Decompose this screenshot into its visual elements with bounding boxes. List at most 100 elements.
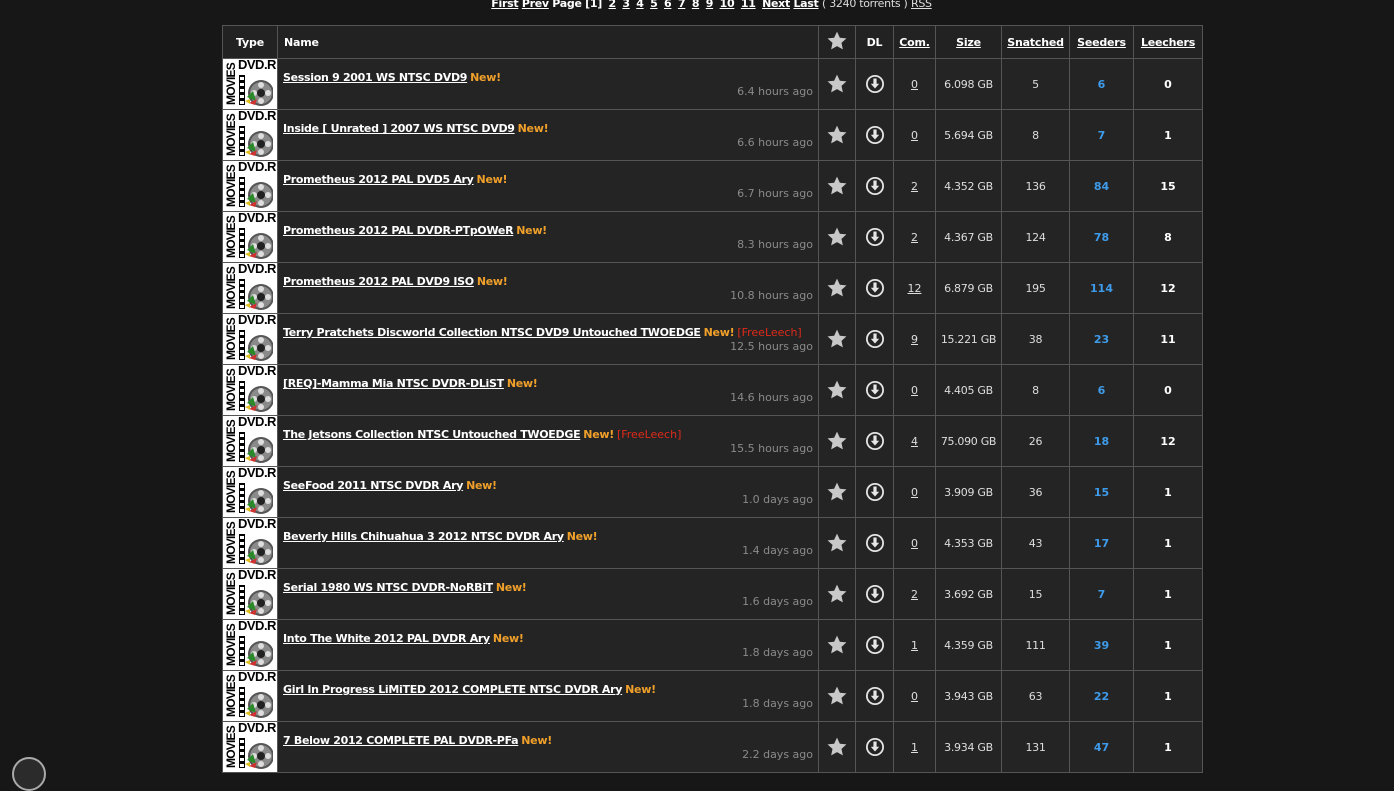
type-cell[interactable]: DVD.R MOVIES <box>222 262 278 314</box>
download-arrow-icon[interactable] <box>857 570 893 619</box>
download-arrow-icon[interactable] <box>857 672 893 721</box>
type-cell[interactable]: DVD.R MOVIES <box>222 415 278 467</box>
pager-page-link[interactable]: 4 <box>636 0 644 10</box>
sort-seeders-link[interactable]: Seeders <box>1077 36 1126 49</box>
pager-page-link[interactable]: 2 <box>608 0 616 10</box>
pager-last-link[interactable]: Last <box>793 0 818 10</box>
rss-link[interactable]: RSS <box>911 0 932 10</box>
star-icon[interactable] <box>820 417 855 466</box>
star-icon[interactable] <box>820 213 855 262</box>
torrent-title-link[interactable]: Prometheus 2012 PAL DVDR-PTpOWeR <box>283 224 514 237</box>
dvdr-movies-category-icon[interactable]: DVD.R MOVIES <box>223 365 277 415</box>
sort-size-link[interactable]: Size <box>956 36 981 49</box>
torrent-title-link[interactable]: SeeFood 2011 NTSC DVDR Ary <box>283 479 463 492</box>
dvdr-movies-category-icon[interactable]: DVD.R MOVIES <box>223 314 277 364</box>
dvdr-movies-category-icon[interactable]: DVD.R MOVIES <box>223 161 277 211</box>
floating-circle-button[interactable] <box>12 757 46 791</box>
torrent-title-link[interactable]: Into The White 2012 PAL DVDR Ary <box>283 632 490 645</box>
comments-link[interactable]: 0 <box>911 537 918 550</box>
comments-link[interactable]: 4 <box>911 435 918 448</box>
download-arrow-icon[interactable] <box>857 519 893 568</box>
dvdr-movies-category-icon[interactable]: DVD.R MOVIES <box>223 263 277 313</box>
torrent-title-link[interactable]: 7 Below 2012 COMPLETE PAL DVDR-PFa <box>283 734 519 747</box>
torrent-title-link[interactable]: Prometheus 2012 PAL DVD9 ISO <box>283 275 474 288</box>
star-icon[interactable] <box>820 723 855 772</box>
dvdr-movies-category-icon[interactable]: DVD.R MOVIES <box>223 110 277 160</box>
comments-link[interactable]: 2 <box>911 588 918 601</box>
comments-link[interactable]: 0 <box>911 690 918 703</box>
download-arrow-icon[interactable] <box>857 213 893 262</box>
type-cell[interactable]: DVD.R MOVIES <box>222 619 278 671</box>
download-arrow-icon[interactable] <box>857 621 893 670</box>
comments-link[interactable]: 9 <box>911 333 918 346</box>
download-arrow-icon[interactable] <box>857 417 893 466</box>
dvdr-movies-category-icon[interactable]: DVD.R MOVIES <box>223 467 277 517</box>
pager-first-link[interactable]: First <box>491 0 518 10</box>
comments-link[interactable]: 12 <box>908 282 922 295</box>
torrent-title-link[interactable]: Prometheus 2012 PAL DVD5 Ary <box>283 173 474 186</box>
dvdr-movies-category-icon[interactable]: DVD.R MOVIES <box>223 416 277 466</box>
download-arrow-icon[interactable] <box>857 366 893 415</box>
download-arrow-icon[interactable] <box>857 264 893 313</box>
pager-page-link[interactable]: 10 <box>720 0 735 10</box>
type-cell[interactable]: DVD.R MOVIES <box>222 211 278 263</box>
pager-page-link[interactable]: 11 <box>741 0 756 10</box>
star-icon[interactable] <box>820 315 855 364</box>
type-cell[interactable]: DVD.R MOVIES <box>222 364 278 416</box>
pager-page-link[interactable]: 3 <box>622 0 630 10</box>
type-cell[interactable]: DVD.R MOVIES <box>222 313 278 365</box>
download-arrow-icon[interactable] <box>857 111 893 160</box>
type-cell[interactable]: DVD.R MOVIES <box>222 721 278 773</box>
download-arrow-icon[interactable] <box>857 315 893 364</box>
type-cell[interactable]: DVD.R MOVIES <box>222 109 278 161</box>
download-arrow-icon[interactable] <box>857 723 893 772</box>
star-icon[interactable] <box>820 60 855 109</box>
comments-link[interactable]: 2 <box>911 180 918 193</box>
torrent-title-link[interactable]: Beverly Hills Chihuahua 3 2012 NTSC DVDR… <box>283 530 564 543</box>
dvdr-movies-category-icon[interactable]: DVD.R MOVIES <box>223 518 277 568</box>
type-cell[interactable]: DVD.R MOVIES <box>222 517 278 569</box>
pager-page-link[interactable]: 8 <box>692 0 700 10</box>
pager-page-link[interactable]: 7 <box>678 0 686 10</box>
comments-link[interactable]: 0 <box>911 384 918 397</box>
star-icon[interactable] <box>820 468 855 517</box>
type-cell[interactable]: DVD.R MOVIES <box>222 58 278 110</box>
star-icon[interactable] <box>820 162 855 211</box>
dvdr-movies-category-icon[interactable]: DVD.R MOVIES <box>223 722 277 772</box>
type-cell[interactable]: DVD.R MOVIES <box>222 670 278 722</box>
comments-link[interactable]: 0 <box>911 486 918 499</box>
sort-comments-link[interactable]: Com. <box>899 36 930 49</box>
sort-leechers-link[interactable]: Leechers <box>1141 36 1195 49</box>
comments-link[interactable]: 1 <box>911 741 918 754</box>
type-cell[interactable]: DVD.R MOVIES <box>222 466 278 518</box>
pager-page-link[interactable]: 6 <box>664 0 672 10</box>
dvdr-movies-category-icon[interactable]: DVD.R MOVIES <box>223 671 277 721</box>
download-arrow-icon[interactable] <box>857 162 893 211</box>
torrent-title-link[interactable]: Terry Pratchets Discworld Collection NTS… <box>283 326 701 339</box>
star-icon[interactable] <box>820 519 855 568</box>
torrent-title-link[interactable]: Girl In Progress LiMiTED 2012 COMPLETE N… <box>283 683 622 696</box>
torrent-title-link[interactable]: Inside [ Unrated ] 2007 WS NTSC DVD9 <box>283 122 515 135</box>
star-icon[interactable] <box>820 111 855 160</box>
torrent-title-link[interactable]: [REQ]-Mamma Mia NTSC DVDR-DLiST <box>283 377 504 390</box>
download-arrow-icon[interactable] <box>857 60 893 109</box>
dvdr-movies-category-icon[interactable]: DVD.R MOVIES <box>223 569 277 619</box>
torrent-title-link[interactable]: The Jetsons Collection NTSC Untouched TW… <box>283 428 581 441</box>
pager-prev-link[interactable]: Prev <box>522 0 549 10</box>
dvdr-movies-category-icon[interactable]: DVD.R MOVIES <box>223 59 277 109</box>
type-cell[interactable]: DVD.R MOVIES <box>222 160 278 212</box>
dvdr-movies-category-icon[interactable]: DVD.R MOVIES <box>223 212 277 262</box>
comments-link[interactable]: 0 <box>911 78 918 91</box>
sort-snatched-link[interactable]: Snatched <box>1007 36 1064 49</box>
comments-link[interactable]: 2 <box>911 231 918 244</box>
type-cell[interactable]: DVD.R MOVIES <box>222 568 278 620</box>
pager-page-link[interactable]: 9 <box>706 0 714 10</box>
comments-link[interactable]: 0 <box>911 129 918 142</box>
star-icon[interactable] <box>820 621 855 670</box>
torrent-title-link[interactable]: Session 9 2001 WS NTSC DVD9 <box>283 71 467 84</box>
star-icon[interactable] <box>820 264 855 313</box>
download-arrow-icon[interactable] <box>857 468 893 517</box>
dvdr-movies-category-icon[interactable]: DVD.R MOVIES <box>223 620 277 670</box>
pager-next-link[interactable]: Next <box>762 0 790 10</box>
star-icon[interactable] <box>820 366 855 415</box>
